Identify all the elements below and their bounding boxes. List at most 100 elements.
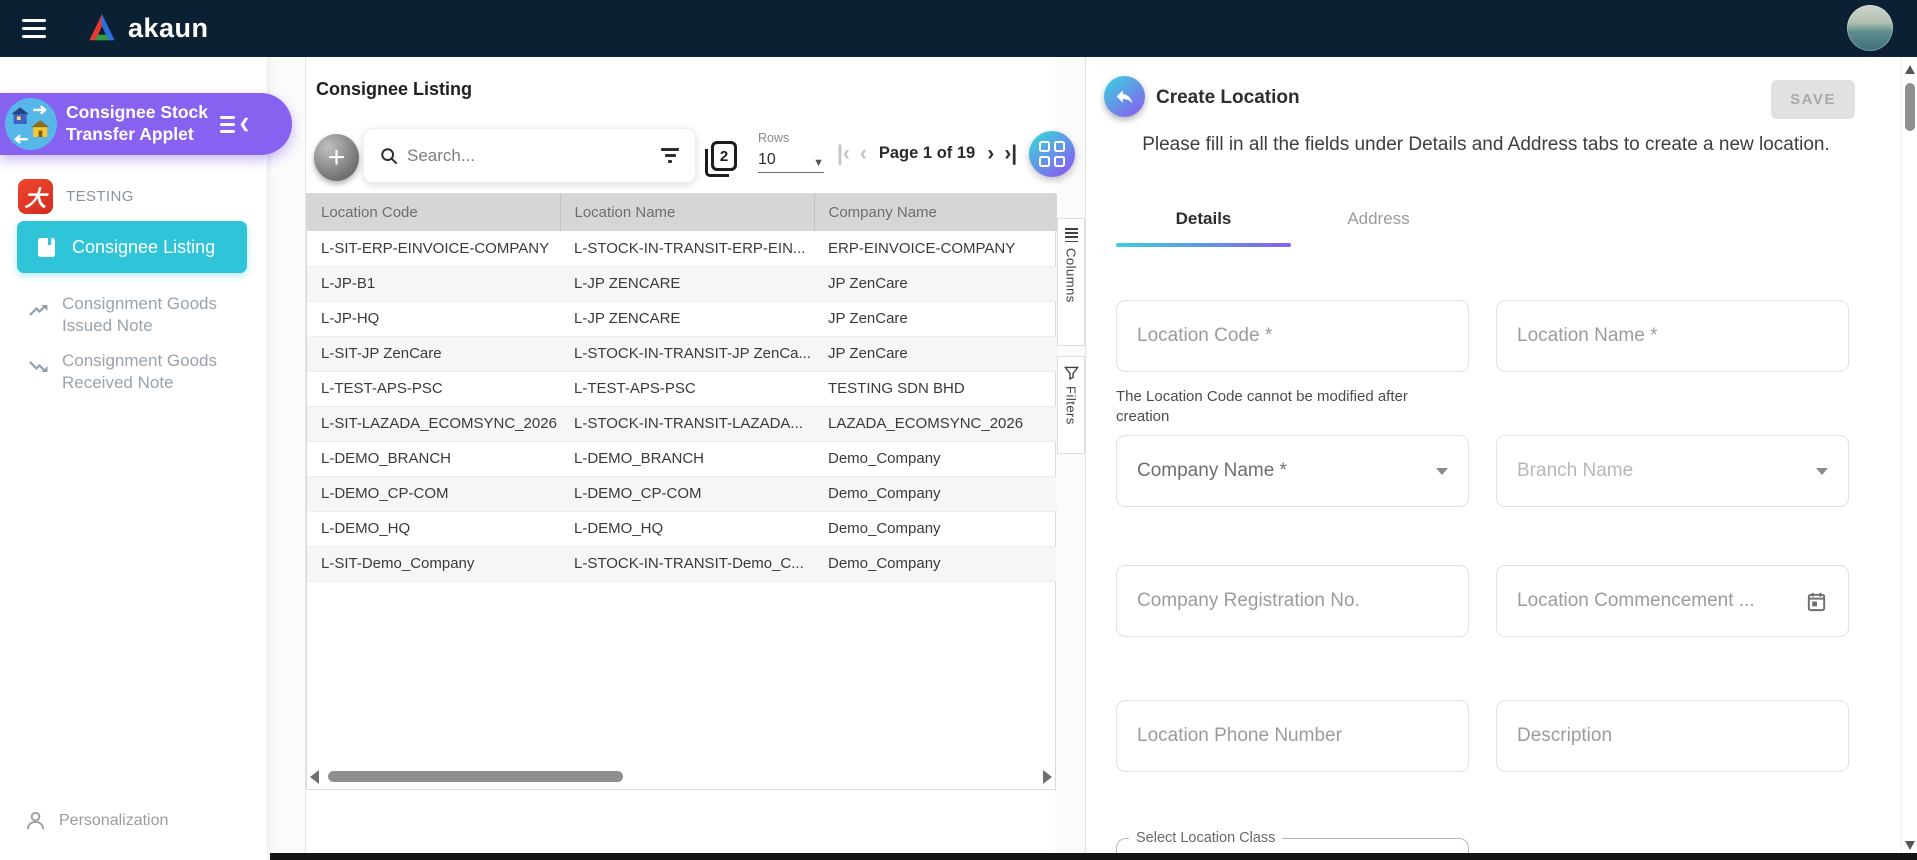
table-cell: Demo_Company: [814, 441, 1057, 477]
applet-title: Consignee Stock Transfer Applet: [66, 102, 208, 144]
sidebar-item-label: Consignment Goods Issued Note: [62, 294, 217, 336]
column-header-location-name[interactable]: Location Name: [559, 194, 814, 231]
horizontal-scrollbar-thumb[interactable]: [328, 771, 623, 782]
scroll-down-arrow-icon[interactable]: [1905, 841, 1915, 850]
location-name-field: [1496, 300, 1849, 372]
columns-tab[interactable]: Columns: [1057, 218, 1085, 346]
table-row[interactable]: L-DEMO_BRANCH L-DEMO_BRANCH Demo_Company: [307, 441, 1057, 477]
table-cell: L-STOCK-IN-TRANSIT-LAZADA...: [560, 406, 814, 442]
location-class-label: Select Location Class: [1136, 830, 1276, 846]
table-cell: L-JP-B1: [307, 266, 560, 302]
vertical-scrollbar-thumb[interactable]: [1905, 83, 1915, 131]
back-arrow-icon: [1116, 90, 1133, 104]
sidebar-item-consignee-listing[interactable]: Consignee Listing: [17, 221, 247, 273]
columns-icon: [1064, 228, 1078, 243]
search-input[interactable]: [407, 145, 661, 166]
vertical-scrollbar[interactable]: [1901, 57, 1917, 860]
pages-icon-number: 2: [711, 141, 737, 171]
column-header-company-name[interactable]: Company Name: [813, 194, 1057, 231]
current-page: 1: [922, 144, 933, 162]
table-cell: L-JP ZENCARE: [560, 301, 814, 337]
company-registration-input[interactable]: [1137, 590, 1448, 612]
table-header-row: Location Code Location Name Company Name: [307, 194, 1057, 231]
last-page-button[interactable]: ›|: [1001, 141, 1020, 166]
company-name-select[interactable]: Company Name *: [1116, 435, 1469, 507]
grid-view-button[interactable]: [1029, 131, 1075, 177]
book-icon: [38, 237, 55, 257]
form-tabs: Details Address: [1116, 197, 1466, 241]
location-code-input[interactable]: [1137, 325, 1448, 347]
save-button[interactable]: SAVE: [1771, 80, 1855, 119]
description-field: [1496, 700, 1849, 772]
user-avatar[interactable]: [1847, 5, 1893, 51]
create-location-panel: Create Location SAVE Please fill in all …: [1085, 57, 1902, 860]
brand-name: akaun: [128, 13, 209, 43]
app-window: akaun Consignee Stock Transfer Applet ❮: [0, 0, 1917, 860]
branch-name-select[interactable]: Branch Name: [1496, 435, 1849, 507]
filters-tab[interactable]: Filters: [1057, 356, 1085, 454]
rows-value: 10: [758, 151, 776, 168]
tab-address[interactable]: Address: [1291, 197, 1466, 241]
back-button[interactable]: [1104, 76, 1145, 117]
table-row[interactable]: L-SIT-JP ZenCare L-STOCK-IN-TRANSIT-JP Ze…: [307, 336, 1057, 372]
table-cell: TESTING SDN BHD: [814, 371, 1057, 407]
table-cell: L-TEST-APS-PSC: [560, 371, 814, 407]
pages-icon[interactable]: 2: [705, 141, 739, 179]
table-cell: Demo_Company: [814, 511, 1057, 547]
table-cell: LAZADA_ECOMSYNC_2026: [814, 406, 1057, 442]
table-cell: L-DEMO_BRANCH: [307, 441, 560, 477]
first-page-button[interactable]: |‹: [834, 141, 853, 166]
testing-app-icon: 大: [18, 179, 53, 214]
top-navbar: akaun: [0, 0, 1917, 57]
column-header-location-code[interactable]: Location Code: [307, 194, 560, 231]
rows-per-page-select[interactable]: Rows 10 ▼: [758, 131, 824, 173]
chevron-down-icon: ▼: [813, 157, 824, 169]
table-side-tabs: Columns Filters: [1057, 218, 1085, 464]
sidebar-item-personalization[interactable]: Personalization: [24, 809, 168, 832]
consignee-listing-panel: Consignee Listing + 2 Rows 10 ▼ |‹ ‹: [305, 57, 1075, 860]
prev-page-button[interactable]: ‹: [857, 141, 870, 166]
scroll-right-arrow-icon[interactable]: [1043, 769, 1052, 784]
table-row[interactable]: L-DEMO_CP-COM L-DEMO_CP-COM Demo_Company: [307, 476, 1057, 512]
sidebar-item-testing[interactable]: 大 TESTING: [18, 179, 134, 214]
sidebar-item-goods-issued-note[interactable]: Consignment Goods Issued Note: [28, 293, 227, 338]
table-row[interactable]: L-SIT-LAZADA_ECOMSYNC_2026 L-STOCK-IN-TRA…: [307, 406, 1057, 442]
table-cell: L-DEMO_BRANCH: [560, 441, 814, 477]
collapse-sidebar-icon[interactable]: ❮: [220, 115, 250, 133]
trending-down-icon: [29, 361, 48, 372]
filter-funnel-icon: [1063, 366, 1079, 380]
sidebar-item-goods-received-note[interactable]: Consignment Goods Received Note: [28, 350, 227, 395]
tab-details[interactable]: Details: [1116, 197, 1291, 241]
scroll-up-arrow-icon[interactable]: [1905, 65, 1915, 74]
table-cell: Demo_Company: [814, 546, 1057, 582]
brand-logo[interactable]: akaun: [84, 12, 209, 45]
table-cell: L-JP ZENCARE: [560, 266, 814, 302]
add-button[interactable]: +: [314, 134, 359, 181]
table-cell: L-TEST-APS-PSC: [307, 371, 560, 407]
location-phone-input[interactable]: [1137, 725, 1448, 747]
table-cell: L-STOCK-IN-TRANSIT-JP ZenCa...: [560, 336, 814, 372]
sidebar-item-label: Consignment Goods Received Note: [62, 351, 217, 393]
filter-list-icon[interactable]: [661, 148, 679, 163]
calendar-icon[interactable]: [1805, 590, 1828, 613]
rows-label: Rows: [758, 131, 790, 145]
location-code-helper-text: The Location Code cannot be modified aft…: [1116, 388, 1408, 426]
table-cell: L-SIT-LAZADA_ECOMSYNC_2026: [307, 406, 560, 442]
table-row[interactable]: L-TEST-APS-PSC L-TEST-APS-PSC TESTING SDN …: [307, 371, 1057, 407]
table-row[interactable]: L-JP-HQ L-JP ZENCARE JP ZenCare: [307, 301, 1057, 337]
hamburger-menu-icon[interactable]: [22, 18, 48, 39]
akaun-triangle-icon: [89, 14, 115, 41]
table-row[interactable]: L-DEMO_HQ L-DEMO_HQ Demo_Company: [307, 511, 1057, 547]
table-row[interactable]: L-JP-B1 L-JP ZENCARE JP ZenCare: [307, 266, 1057, 302]
horizontal-scrollbar[interactable]: [310, 769, 1052, 784]
location-name-input[interactable]: [1517, 325, 1828, 347]
applet-switcher[interactable]: Consignee Stock Transfer Applet ❮: [0, 93, 292, 155]
description-input[interactable]: [1517, 725, 1828, 747]
table-row[interactable]: L-SIT-ERP-EINVOICE-COMPANY L-STOCK-IN-TRA…: [307, 231, 1057, 267]
table-row[interactable]: L-SIT-Demo_Company L-STOCK-IN-TRANSIT-Dem…: [307, 546, 1057, 582]
next-page-button[interactable]: ›: [984, 141, 997, 166]
scroll-left-arrow-icon[interactable]: [310, 769, 319, 784]
location-commencement-input[interactable]: [1517, 590, 1797, 612]
listing-table: Location Code Location Name Company Name…: [306, 193, 1057, 790]
page-title: Consignee Listing: [316, 79, 473, 99]
